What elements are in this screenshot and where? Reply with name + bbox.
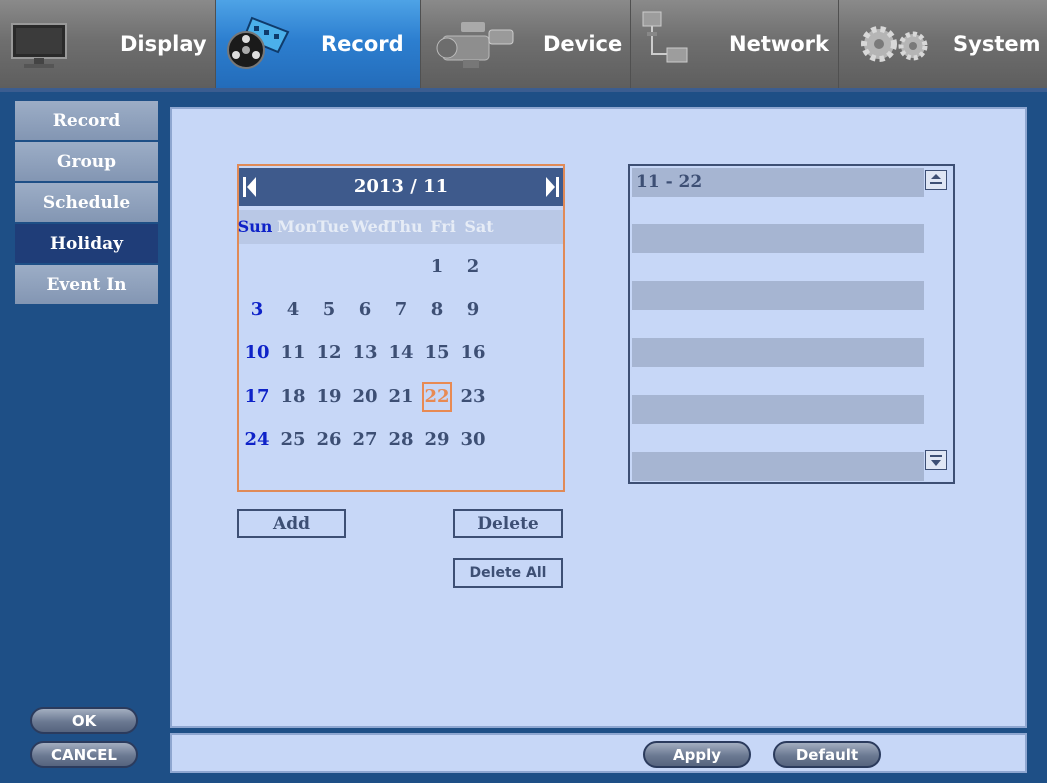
calendar-day[interactable]: 28	[386, 425, 416, 455]
list-item[interactable]	[632, 338, 924, 367]
calendar-day[interactable]: 8	[422, 295, 452, 325]
calendar-day[interactable]: 23	[458, 382, 488, 412]
calendar-day[interactable]: 11	[278, 338, 308, 368]
calendar-day[interactable]: 3	[242, 295, 272, 325]
calendar-header: 2013 / 11	[239, 168, 563, 206]
ok-button[interactable]: OK	[30, 707, 138, 734]
calendar-day-selected[interactable]: 22	[422, 382, 452, 412]
tab-record[interactable]: Record	[216, 0, 421, 88]
scroll-down-button[interactable]	[925, 450, 947, 470]
list-item[interactable]	[632, 224, 924, 253]
sidebar-item-group[interactable]: Group	[15, 142, 158, 181]
calendar-day[interactable]: 2	[458, 252, 488, 282]
calendar-day[interactable]: 4	[278, 295, 308, 325]
tab-label: Network	[729, 32, 830, 56]
scroll-up-icon	[930, 174, 942, 184]
calendar-day[interactable]: 19	[314, 382, 344, 412]
scroll-down-icon	[930, 455, 942, 466]
calendar-day[interactable]: 15	[422, 338, 452, 368]
top-navigation-bar: Display Record Device Network System	[0, 0, 1047, 92]
calendar-day[interactable]: 17	[242, 382, 272, 412]
weekday-label: Sat	[464, 217, 494, 236]
default-button[interactable]: Default	[773, 741, 881, 768]
calendar-day[interactable]: 5	[314, 295, 344, 325]
holiday-list: 11 - 22	[628, 164, 955, 484]
calendar-day[interactable]: 7	[386, 295, 416, 325]
camcorder-icon	[433, 14, 519, 76]
sidebar-item-label: Holiday	[49, 233, 124, 254]
sidebar-item-label: Group	[56, 151, 117, 172]
tab-device[interactable]: Device	[421, 0, 631, 88]
sidebar-item-label: Event In	[46, 274, 127, 295]
calendar-day[interactable]: 12	[314, 338, 344, 368]
sidebar: Record Group Schedule Holiday Event In	[15, 101, 158, 306]
calendar-day[interactable]: 25	[278, 425, 308, 455]
network-icon	[641, 10, 691, 76]
add-button[interactable]: Add	[237, 509, 346, 538]
calendar-day[interactable]: 16	[458, 338, 488, 368]
list-item[interactable]	[632, 395, 924, 424]
tab-label: System	[953, 32, 1041, 56]
calendar-day[interactable]: 6	[350, 295, 380, 325]
film-reel-icon	[222, 12, 292, 78]
weekday-label: Sun	[237, 217, 273, 236]
cancel-button[interactable]: CANCEL	[30, 741, 138, 768]
list-item[interactable]	[632, 452, 924, 481]
tab-network[interactable]: Network	[631, 0, 839, 88]
sidebar-item-schedule[interactable]: Schedule	[15, 183, 158, 222]
calendar-day[interactable]: 27	[350, 425, 380, 455]
weekday-label: Thu	[387, 217, 423, 236]
tab-label: Record	[321, 32, 404, 56]
calendar-month-title: 2013 / 11	[353, 176, 449, 197]
calendar-day[interactable]: 26	[314, 425, 344, 455]
delete-button[interactable]: Delete	[453, 509, 563, 538]
tab-display[interactable]: Display	[0, 0, 216, 88]
weekday-header: Sun Mon Tue Wed Thu Fri Sat	[237, 210, 563, 244]
sidebar-item-label: Schedule	[42, 192, 131, 213]
calendar-day[interactable]: 1	[422, 252, 452, 282]
tab-label: Display	[120, 32, 207, 56]
calendar-day[interactable]: 20	[350, 382, 380, 412]
calendar-day[interactable]: 24	[242, 425, 272, 455]
sidebar-item-label: Record	[52, 110, 121, 131]
holiday-entry-text: 11 - 22	[636, 172, 703, 192]
weekday-label: Fri	[430, 217, 456, 236]
weekday-label: Mon	[277, 217, 318, 236]
delete-all-button[interactable]: Delete All	[453, 558, 563, 588]
apply-button[interactable]: Apply	[643, 741, 751, 768]
chevron-right-icon	[546, 177, 559, 197]
bottom-action-bar	[170, 733, 1027, 773]
sidebar-item-event-in[interactable]: Event In	[15, 265, 158, 304]
list-item[interactable]: 11 - 22	[632, 168, 924, 197]
weekday-label: Tue	[316, 217, 350, 236]
monitor-icon	[10, 22, 68, 74]
calendar: 2013 / 11 Sun Mon Tue Wed Thu Fri Sat 12…	[237, 164, 565, 492]
list-item[interactable]	[632, 281, 924, 310]
scroll-up-button[interactable]	[925, 170, 947, 190]
weekday-label: Wed	[351, 217, 390, 236]
calendar-day[interactable]: 10	[242, 338, 272, 368]
sidebar-item-record[interactable]: Record	[15, 101, 158, 140]
tab-system[interactable]: System	[839, 0, 1047, 88]
gears-icon	[857, 22, 937, 70]
calendar-day[interactable]: 18	[278, 382, 308, 412]
sidebar-item-holiday[interactable]: Holiday	[15, 224, 158, 263]
next-month-button[interactable]	[545, 177, 559, 201]
calendar-day[interactable]: 13	[350, 338, 380, 368]
calendar-day[interactable]: 9	[458, 295, 488, 325]
calendar-day[interactable]: 30	[458, 425, 488, 455]
calendar-day[interactable]: 29	[422, 425, 452, 455]
tab-label: Device	[543, 32, 623, 56]
calendar-day[interactable]: 21	[386, 382, 416, 412]
calendar-day[interactable]: 14	[386, 338, 416, 368]
